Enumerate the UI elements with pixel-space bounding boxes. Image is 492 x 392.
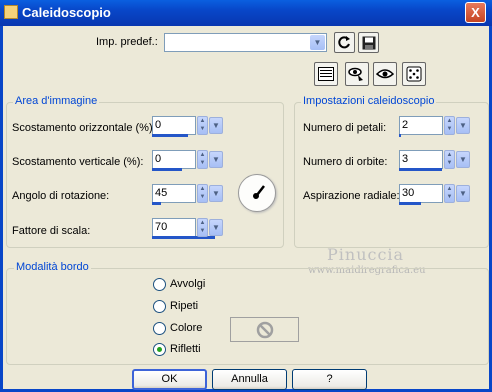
chevron-down-icon[interactable]: ▼ bbox=[209, 151, 223, 168]
radio-color[interactable] bbox=[153, 322, 166, 335]
dial-needle-icon bbox=[253, 185, 265, 199]
radial-suction-spinner[interactable]: 30 ▲ ▼ ▼ bbox=[399, 184, 471, 206]
kaleidoscope-settings-title: Impostazioni caleidoscopio bbox=[301, 95, 437, 107]
color-swatch[interactable] bbox=[230, 317, 299, 342]
orbits-label: Numero di orbite: bbox=[303, 156, 388, 168]
radio-repeat-label[interactable]: Ripeti bbox=[170, 300, 198, 312]
chevron-down-icon[interactable]: ▼ bbox=[209, 117, 223, 134]
reset-button[interactable] bbox=[334, 32, 355, 53]
chevron-down-icon[interactable]: ▼ bbox=[209, 185, 223, 202]
reset-icon bbox=[338, 36, 350, 49]
watermark-name: Pinuccia bbox=[327, 245, 405, 264]
chevron-down-icon[interactable]: ▼ bbox=[456, 185, 470, 202]
title-bar: Caleidoscopio X bbox=[0, 0, 492, 26]
petals-level bbox=[399, 134, 401, 137]
petals-input[interactable]: 2 bbox=[399, 116, 443, 135]
radio-selected-dot bbox=[157, 347, 162, 352]
up-down-arrows-icon[interactable]: ▲ ▼ bbox=[444, 184, 455, 203]
eye-hand-icon bbox=[348, 67, 363, 81]
h-offset-label: Scostamento orizzontale (%): bbox=[12, 122, 156, 134]
auto-proof-button[interactable] bbox=[373, 62, 397, 86]
up-down-arrows-icon[interactable]: ▲ ▼ bbox=[197, 218, 208, 237]
h-offset-spinner[interactable]: 0 ▲ ▼ ▼ bbox=[152, 116, 224, 138]
rotation-label: Angolo di rotazione: bbox=[12, 190, 110, 202]
radio-repeat[interactable] bbox=[153, 300, 166, 313]
h-offset-level bbox=[152, 134, 188, 137]
preset-label: Imp. predef.: bbox=[96, 36, 158, 48]
rotation-level bbox=[152, 202, 161, 205]
proof-button[interactable] bbox=[345, 62, 369, 86]
radial-suction-input[interactable]: 30 bbox=[399, 184, 443, 203]
image-area-title: Area d'immagine bbox=[13, 95, 100, 107]
up-down-arrows-icon[interactable]: ▲ ▼ bbox=[197, 150, 208, 169]
ok-button[interactable]: OK bbox=[132, 369, 207, 390]
radial-suction-label: Aspirazione radiale: bbox=[303, 190, 400, 202]
v-offset-level bbox=[152, 168, 182, 171]
radio-reflect[interactable] bbox=[153, 343, 166, 356]
rotation-spinner[interactable]: 45 ▲ ▼ ▼ bbox=[152, 184, 224, 206]
radio-color-label[interactable]: Colore bbox=[170, 322, 202, 334]
orbits-spinner[interactable]: 3 ▲ ▼ ▼ bbox=[399, 150, 471, 172]
radial-suction-level bbox=[399, 202, 421, 205]
dialog-body: Imp. predef.: ▼ Area d'immagine Scostame… bbox=[0, 26, 492, 392]
orbits-level bbox=[399, 168, 442, 171]
radio-wrap[interactable] bbox=[153, 278, 166, 291]
no-color-icon bbox=[256, 321, 273, 338]
save-preset-icon bbox=[362, 36, 375, 49]
orbits-input[interactable]: 3 bbox=[399, 150, 443, 169]
scale-spinner[interactable]: 70 ▲ ▼ ▼ bbox=[152, 218, 224, 240]
help-button[interactable]: ? bbox=[292, 369, 367, 390]
radio-wrap-label[interactable]: Avvolgi bbox=[170, 278, 205, 290]
rotation-input[interactable]: 45 bbox=[152, 184, 196, 203]
scale-label: Fattore di scala: bbox=[12, 225, 91, 237]
rotation-dial[interactable] bbox=[238, 174, 276, 212]
dice-icon bbox=[406, 66, 422, 82]
v-offset-input[interactable]: 0 bbox=[152, 150, 196, 169]
close-button[interactable]: X bbox=[465, 2, 486, 23]
chevron-down-icon[interactable]: ▼ bbox=[209, 219, 223, 236]
toggle-preview-button[interactable] bbox=[314, 62, 338, 86]
edge-mode-title: Modalità bordo bbox=[14, 261, 91, 273]
layout-icon bbox=[318, 67, 334, 81]
randomize-button[interactable] bbox=[402, 62, 426, 86]
h-offset-input[interactable]: 0 bbox=[152, 116, 196, 135]
chevron-down-icon[interactable]: ▼ bbox=[456, 117, 470, 134]
eye-icon bbox=[376, 69, 394, 79]
chevron-down-icon: ▼ bbox=[310, 35, 325, 50]
cancel-button[interactable]: Annulla bbox=[212, 369, 287, 390]
up-down-arrows-icon[interactable]: ▲ ▼ bbox=[197, 184, 208, 203]
preset-select[interactable]: ▼ bbox=[164, 33, 327, 52]
v-offset-spinner[interactable]: 0 ▲ ▼ ▼ bbox=[152, 150, 224, 172]
app-icon bbox=[4, 5, 18, 19]
v-offset-label: Scostamento verticale (%): bbox=[12, 156, 144, 168]
window-title: Caleidoscopio bbox=[22, 5, 111, 20]
scale-input[interactable]: 70 bbox=[152, 218, 196, 237]
up-down-arrows-icon[interactable]: ▲ ▼ bbox=[444, 116, 455, 135]
up-down-arrows-icon[interactable]: ▲ ▼ bbox=[444, 150, 455, 169]
petals-spinner[interactable]: 2 ▲ ▼ ▼ bbox=[399, 116, 471, 138]
radio-reflect-label[interactable]: Rifletti bbox=[170, 343, 201, 355]
up-down-arrows-icon[interactable]: ▲ ▼ bbox=[197, 116, 208, 135]
save-preset-button[interactable] bbox=[358, 32, 379, 53]
petals-label: Numero di petali: bbox=[303, 122, 387, 134]
chevron-down-icon[interactable]: ▼ bbox=[456, 151, 470, 168]
